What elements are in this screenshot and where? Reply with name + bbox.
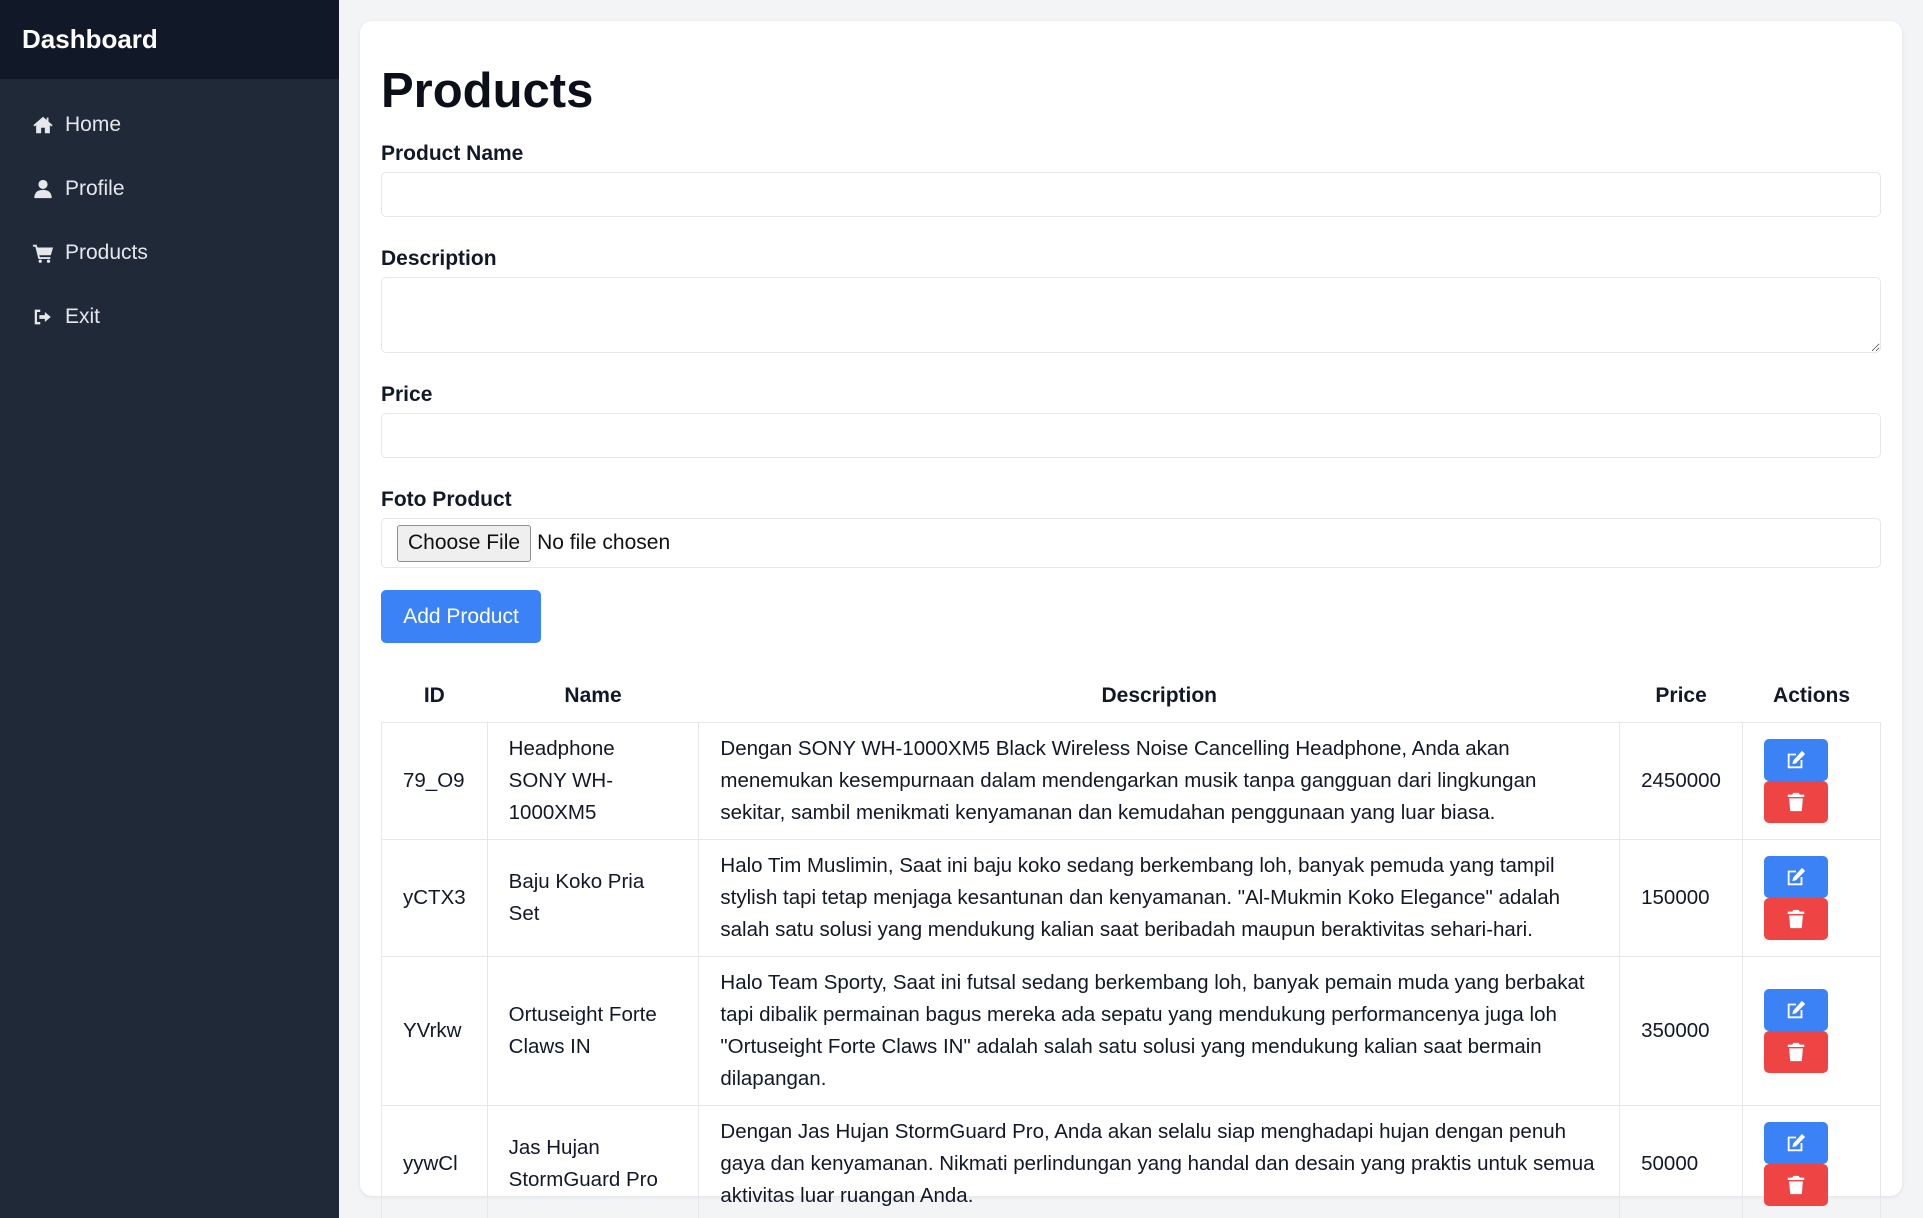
sidebar-item-exit[interactable]: Exit [0, 285, 339, 349]
edit-button[interactable] [1764, 988, 1829, 1031]
cell-description: Dengan Jas Hujan StormGuard Pro, Anda ak… [698, 1104, 1621, 1218]
price-label: Price [381, 383, 433, 406]
cell-id: yCTX3 [381, 838, 488, 957]
cell-name: Headphone SONY WH-1000XM5 [486, 721, 700, 840]
delete-button[interactable] [1764, 1163, 1829, 1206]
sidebar-item-label: Home [65, 113, 122, 136]
price-input[interactable] [381, 413, 1881, 458]
cell-price: 350000 [1619, 955, 1744, 1106]
description-field: Description [381, 247, 1881, 353]
page-title: Products [381, 64, 594, 118]
cell-actions [1742, 1104, 1881, 1218]
cell-description: Dengan SONY WH-1000XM5 Black Wireless No… [698, 721, 1621, 840]
sidebar-item-label: Profile [65, 177, 125, 200]
edit-icon [1787, 1000, 1806, 1018]
products-table: ID Name Description Price Actions 79_O9 … [381, 670, 1881, 1218]
sidebar-item-label: Exit [65, 305, 101, 328]
edit-button[interactable] [1764, 855, 1829, 898]
trash-icon [1787, 792, 1805, 811]
cell-actions [1742, 838, 1881, 957]
product-name-field: Product Name [381, 142, 1881, 217]
sidebar: Dashboard Home Profile Products Exit [0, 0, 339, 1218]
product-name-label: Product Name [381, 142, 524, 165]
table-row: 79_O9 Headphone SONY WH-1000XM5 Dengan S… [381, 721, 1881, 840]
delete-button[interactable] [1764, 780, 1829, 823]
cart-icon [31, 241, 55, 265]
sidebar-item-products[interactable]: Products [0, 221, 339, 285]
description-label: Description [381, 247, 497, 270]
trash-icon [1787, 1042, 1805, 1061]
sidebar-item-label: Products [65, 241, 148, 264]
trash-icon [1787, 909, 1805, 928]
delete-button[interactable] [1764, 1030, 1829, 1073]
column-header-name: Name [564, 683, 622, 707]
trash-icon [1787, 1175, 1805, 1194]
cell-id: 79_O9 [381, 721, 488, 840]
cell-price: 50000 [1619, 1104, 1744, 1218]
add-product-button[interactable]: Add Product [381, 590, 541, 643]
choose-file-button[interactable]: Choose File [397, 524, 532, 562]
sidebar-item-home[interactable]: Home [0, 93, 339, 157]
cell-description: Halo Tim Muslimin, Saat ini baju koko se… [698, 838, 1621, 957]
sidebar-title: Dashboard [0, 0, 339, 79]
cell-id: yywCl [381, 1104, 488, 1218]
cell-description: Halo Team Sporty, Saat ini futsal sedang… [698, 955, 1621, 1106]
table-row: YVrkw Ortuseight Forte Claws IN Halo Tea… [381, 955, 1881, 1106]
edit-icon [1787, 1133, 1806, 1151]
cell-actions [1742, 721, 1881, 840]
column-header-description: Description [1101, 683, 1218, 707]
column-header-price: Price [1655, 683, 1707, 707]
cell-name: Baju Koko Pria Set [486, 838, 700, 957]
edit-button[interactable] [1764, 738, 1829, 781]
edit-icon [1787, 750, 1806, 768]
cell-price: 2450000 [1619, 721, 1744, 840]
table-row: yywCl Jas Hujan StormGuard Pro Dengan Ja… [381, 1104, 1881, 1218]
column-header-actions: Actions [1773, 683, 1851, 707]
price-field: Price [381, 383, 1881, 458]
description-textarea[interactable] [381, 277, 1881, 353]
file-input[interactable]: Choose File No file chosen [381, 518, 1881, 568]
table-row: yCTX3 Baju Koko Pria Set Halo Tim Muslim… [381, 838, 1881, 957]
cell-price: 150000 [1619, 838, 1744, 957]
sign-out-icon [31, 305, 55, 329]
cell-id: YVrkw [381, 955, 488, 1106]
cell-name: Jas Hujan StormGuard Pro [486, 1104, 700, 1218]
home-icon [31, 113, 55, 137]
user-icon [31, 177, 55, 201]
file-status: No file chosen [537, 531, 671, 554]
table-header-row: ID Name Description Price Actions [382, 670, 1881, 722]
products-card: Products Product Name Description Price … [360, 21, 1902, 1218]
edit-button[interactable] [1764, 1121, 1829, 1164]
column-header-id: ID [423, 683, 445, 707]
product-name-input[interactable] [381, 172, 1881, 217]
cell-actions [1742, 955, 1881, 1106]
photo-label: Foto Product [381, 488, 512, 511]
sidebar-nav: Home Profile Products Exit [0, 79, 339, 349]
sidebar-item-profile[interactable]: Profile [0, 157, 339, 221]
cell-name: Ortuseight Forte Claws IN [486, 955, 700, 1106]
delete-button[interactable] [1764, 897, 1829, 940]
photo-field: Foto Product Choose File No file chosen [381, 488, 1881, 568]
edit-icon [1787, 867, 1806, 885]
